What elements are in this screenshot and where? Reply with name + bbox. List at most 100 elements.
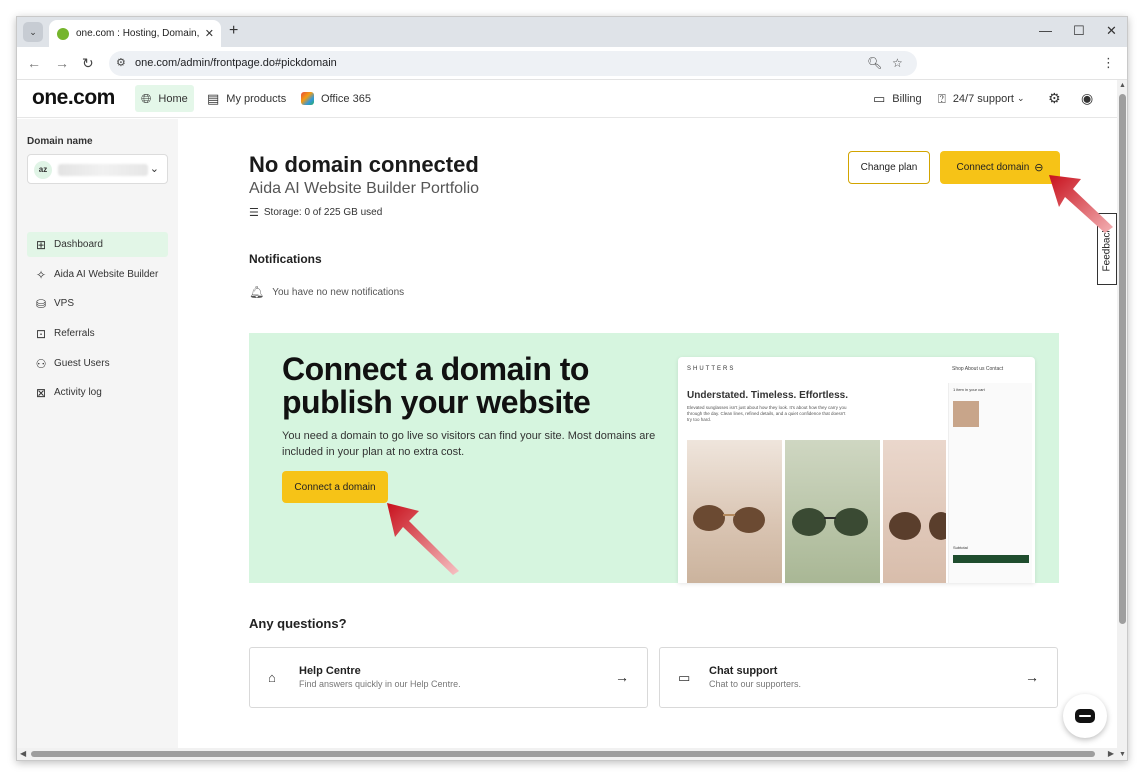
scroll-right-icon[interactable]: ▶ bbox=[1108, 749, 1114, 758]
sidebar-item-label: Guest Users bbox=[54, 358, 110, 369]
browser-tab[interactable]: one.com : Hosting, Domain, Em ✕ bbox=[49, 20, 221, 47]
tab-search-button[interactable]: ⌄ bbox=[23, 22, 43, 42]
users-icon: ⚇ bbox=[35, 356, 47, 371]
vertical-scrollbar[interactable]: ▲ ▼ bbox=[1117, 80, 1127, 760]
scroll-left-icon[interactable]: ◀ bbox=[20, 749, 26, 758]
sidebar-item-dashboard[interactable]: ⊞ Dashboard bbox=[27, 232, 168, 257]
logo[interactable]: one.com bbox=[32, 86, 115, 110]
domain-select[interactable]: az ⌄ bbox=[27, 154, 168, 184]
page-title: No domain connected bbox=[249, 152, 479, 177]
sunglasses-photo-3 bbox=[883, 440, 953, 583]
back-icon[interactable]: ← bbox=[27, 55, 41, 71]
sidebar-item-aida[interactable]: ✧ Aida AI Website Builder bbox=[27, 262, 168, 287]
reload-icon[interactable]: ↻ bbox=[82, 55, 94, 72]
sidebar-item-guest-users[interactable]: ⚇ Guest Users bbox=[27, 351, 168, 376]
minimize-icon[interactable]: — bbox=[1039, 23, 1052, 38]
sidebar-item-referrals[interactable]: ⊡ Referrals bbox=[27, 321, 168, 346]
change-plan-button[interactable]: Change plan bbox=[848, 151, 930, 184]
change-plan-label: Change plan bbox=[860, 162, 918, 173]
chat-launcher-button[interactable] bbox=[1063, 694, 1107, 738]
connect-domain-banner: Connect a domain to publish your website… bbox=[249, 333, 1059, 583]
forward-icon[interactable]: → bbox=[55, 55, 69, 71]
globe-icon: 🌐︎ bbox=[141, 90, 152, 106]
maximize-icon[interactable]: ☐ bbox=[1073, 23, 1085, 39]
sidebar-item-label: Dashboard bbox=[54, 239, 103, 250]
connect-a-domain-button[interactable]: Connect a domain bbox=[282, 471, 388, 503]
chat-support-card[interactable]: ▭ Chat support Chat to our supporters. → bbox=[659, 647, 1058, 708]
tab-title: one.com : Hosting, Domain, Em bbox=[76, 28, 200, 39]
chevron-down-icon: ⌄ bbox=[149, 163, 159, 175]
activity-icon: ⊠ bbox=[35, 385, 47, 400]
tab-strip: ⌄ one.com : Hosting, Domain, Em ✕ + — ☐ … bbox=[17, 17, 1127, 47]
window-close-icon[interactable]: ✕ bbox=[1106, 23, 1117, 39]
address-bar[interactable]: ⚙ one.com/admin/frontpage.do#pickdomain … bbox=[109, 51, 917, 76]
link-icon: ⊖ bbox=[1034, 162, 1044, 174]
nav-office-label: Office 365 bbox=[321, 92, 371, 105]
vertical-scroll-thumb[interactable] bbox=[1119, 94, 1126, 624]
storage-icon: ☰ bbox=[249, 207, 259, 219]
preview-headline: Understated. Timeless. Effortless. bbox=[687, 390, 848, 401]
page-subtitle: Aida AI Website Builder Portfolio bbox=[249, 180, 480, 197]
support-dropdown[interactable]: ⍰ 24/7 support ⌄ bbox=[932, 85, 1031, 112]
feedback-label: Feedback bbox=[1101, 227, 1113, 271]
main-content: No domain connected Aida AI Website Buil… bbox=[178, 119, 1117, 760]
sunglasses-photo-2 bbox=[785, 440, 880, 583]
arrow-right-icon: → bbox=[1025, 669, 1039, 685]
sunglasses-photo-1 bbox=[687, 440, 782, 583]
nav-home[interactable]: 🌐︎ Home bbox=[135, 85, 194, 112]
url-text: one.com/admin/frontpage.do#pickdomain bbox=[135, 57, 337, 69]
site-info-icon[interactable]: ⚙ bbox=[116, 56, 126, 69]
nav-home-label: Home bbox=[158, 92, 188, 105]
new-tab-icon[interactable]: + bbox=[229, 22, 238, 40]
website-preview-image: SHUTTERS Shop About us Contact Understat… bbox=[678, 357, 1035, 583]
preview-checkout bbox=[953, 555, 1029, 563]
connect-a-domain-label: Connect a domain bbox=[294, 481, 376, 493]
help-centre-title: Help Centre bbox=[299, 665, 361, 677]
ticket-icon: ⊡ bbox=[35, 326, 47, 341]
zoom-icon[interactable]: 🔍︎ bbox=[867, 56, 882, 70]
domain-name-label: Domain name bbox=[27, 136, 93, 147]
horizontal-scroll-thumb[interactable] bbox=[31, 751, 1095, 757]
preview-brand: SHUTTERS bbox=[687, 366, 736, 372]
sidebar-item-activity-log[interactable]: ⊠ Activity log bbox=[27, 380, 168, 405]
account-icon[interactable]: ◉ bbox=[1075, 85, 1099, 112]
preview-description: Elevated sunglasses isn't just about how… bbox=[687, 405, 847, 422]
nav-my-products[interactable]: ▤ My products bbox=[201, 85, 292, 112]
storage-info: ☰ Storage: 0 of 225 GB used bbox=[249, 206, 382, 219]
feedback-tab[interactable]: Feedback bbox=[1097, 213, 1117, 285]
help-centre-card[interactable]: ⌂ Help Centre Find answers quickly in ou… bbox=[249, 647, 648, 708]
sidebar-item-label: Referrals bbox=[54, 328, 95, 339]
preview-cart-item bbox=[953, 401, 979, 427]
favicon-icon bbox=[57, 27, 69, 40]
chevron-down-icon: ⌄ bbox=[29, 26, 37, 37]
preview-nav: Shop About us Contact bbox=[952, 366, 1004, 372]
connect-domain-button[interactable]: Connect domain ⊖ bbox=[940, 151, 1060, 184]
support-label: 24/7 support bbox=[952, 92, 1014, 105]
preview-cart-panel: 1 item in your cart Subtotal bbox=[948, 383, 1032, 583]
horizontal-scrollbar[interactable]: ◀ ▶ bbox=[17, 748, 1117, 760]
app-header: one.com 🌐︎ Home ▤ My products Office 365… bbox=[17, 80, 1117, 118]
sidebar-item-vps[interactable]: ⛁ VPS bbox=[27, 291, 168, 316]
preview-subtotal: Subtotal bbox=[953, 545, 968, 550]
domain-redacted bbox=[58, 164, 148, 176]
notifications-empty: 🔔︎ You have no new notifications bbox=[249, 285, 404, 299]
scroll-up-icon[interactable]: ▲ bbox=[1119, 82, 1126, 89]
scroll-down-icon[interactable]: ▼ bbox=[1119, 751, 1126, 758]
notifications-heading: Notifications bbox=[249, 252, 322, 266]
billing-label: Billing bbox=[892, 92, 922, 105]
chat-support-title: Chat support bbox=[709, 665, 778, 677]
database-icon: ⛁ bbox=[35, 296, 47, 311]
chat-icon: ▭ bbox=[678, 670, 691, 685]
nav-office-365[interactable]: Office 365 bbox=[295, 85, 377, 112]
billing-link[interactable]: ▭ Billing bbox=[867, 85, 928, 112]
help-centre-subtitle: Find answers quickly in our Help Centre. bbox=[299, 679, 461, 689]
sparkle-icon: ✧ bbox=[35, 267, 47, 282]
browser-menu-icon[interactable]: ⋮ bbox=[1102, 55, 1115, 71]
close-icon[interactable]: ✕ bbox=[205, 27, 214, 40]
connect-domain-label: Connect domain bbox=[956, 162, 1030, 173]
storage-text: Storage: 0 of 225 GB used bbox=[263, 207, 383, 218]
bookmark-star-icon[interactable]: ☆ bbox=[892, 56, 903, 70]
dashboard-icon: ⊞ bbox=[35, 237, 47, 252]
settings-gear-icon[interactable]: ⚙ bbox=[1042, 85, 1067, 112]
help-icon: ⌂ bbox=[268, 670, 276, 685]
